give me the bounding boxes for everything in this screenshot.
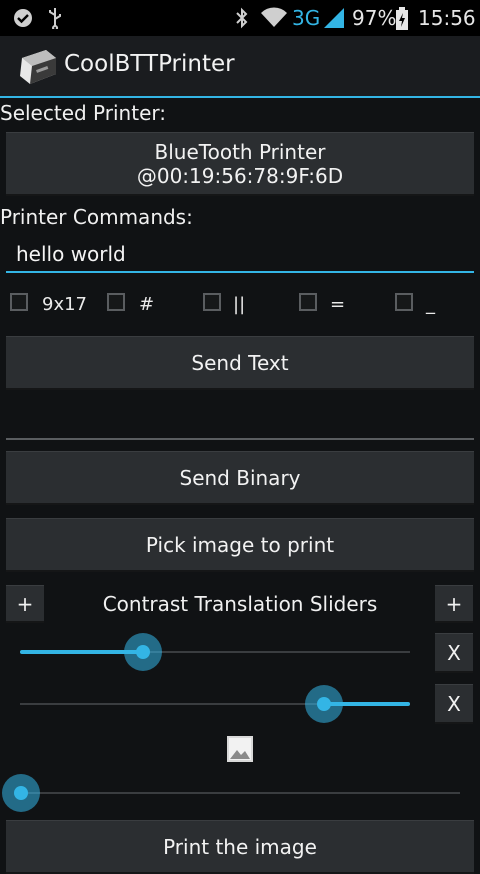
pick-image-label: Pick image to print: [145, 532, 335, 557]
signal-icon: [323, 7, 345, 34]
send-text-label: Send Text: [191, 350, 289, 375]
add-slider-right-button[interactable]: +: [435, 585, 473, 623]
threshold-slider[interactable]: [0, 773, 480, 813]
selected-printer-label: Selected Printer:: [0, 101, 166, 125]
battery-charging-icon: [395, 7, 409, 36]
send-text-button[interactable]: Send Text: [6, 336, 474, 390]
checkbox-underscore[interactable]: [395, 293, 413, 311]
network-type: 3G: [292, 6, 321, 30]
checkbox-double-bar[interactable]: [203, 293, 221, 311]
pick-image-button[interactable]: Pick image to print: [6, 518, 474, 572]
app-title: CoolBTTPrinter: [64, 51, 235, 77]
checkbox-9x17[interactable]: [10, 293, 28, 311]
print-image-button[interactable]: Print the image: [6, 820, 474, 874]
checkbox-hash-label: #: [139, 294, 155, 315]
action-bar: CoolBTTPrinter: [0, 36, 480, 98]
contrast-slider-2[interactable]: [0, 684, 430, 724]
usb-icon: [46, 7, 64, 34]
battery-percent: 97%: [352, 6, 397, 30]
remove-slider-1-button[interactable]: X: [435, 633, 473, 673]
printer-select-button[interactable]: BlueTooth Printer @00:19:56:78:9F:6D: [6, 132, 474, 196]
printer-icon: [16, 48, 58, 90]
clock: 15:56: [418, 6, 476, 30]
checkbox-underscore-label: _: [426, 294, 435, 315]
contrast-slider-1[interactable]: [0, 632, 430, 672]
check-circle-icon: [12, 7, 34, 34]
threshold-thumb[interactable]: [2, 774, 40, 812]
add-slider-right-label: +: [445, 591, 463, 616]
command-text-value: hello world: [16, 242, 126, 266]
checkbox-double-bar-label: ||: [233, 294, 246, 315]
command-text-input[interactable]: hello world: [6, 236, 474, 273]
sliders-title: Contrast Translation Sliders: [102, 592, 378, 616]
checkbox-9x17-label: 9x17: [42, 294, 88, 315]
send-binary-button[interactable]: Send Binary: [6, 451, 474, 505]
printer-address: @00:19:56:78:9F:6D: [136, 163, 344, 188]
bluetooth-icon: [234, 7, 250, 34]
checkbox-equals-label: =: [330, 294, 346, 315]
checkbox-equals[interactable]: [299, 293, 317, 311]
wifi-icon: [260, 7, 288, 34]
remove-slider-2-button[interactable]: X: [435, 684, 473, 724]
image-placeholder-icon: [226, 735, 254, 767]
slider-2-thumb[interactable]: [305, 685, 343, 723]
printer-name: BlueTooth Printer: [154, 139, 326, 164]
binary-command-input[interactable]: [6, 403, 474, 440]
print-image-label: Print the image: [163, 835, 317, 859]
slider-1-thumb[interactable]: [124, 633, 162, 671]
send-binary-label: Send Binary: [179, 465, 301, 490]
printer-commands-label: Printer Commands:: [0, 205, 193, 229]
threshold-track: [20, 792, 460, 794]
checkbox-hash[interactable]: [107, 293, 125, 311]
status-bar: 3G 97% 15:56: [0, 0, 480, 36]
remove-slider-1-label: X: [447, 640, 461, 665]
remove-slider-2-label: X: [447, 691, 461, 716]
